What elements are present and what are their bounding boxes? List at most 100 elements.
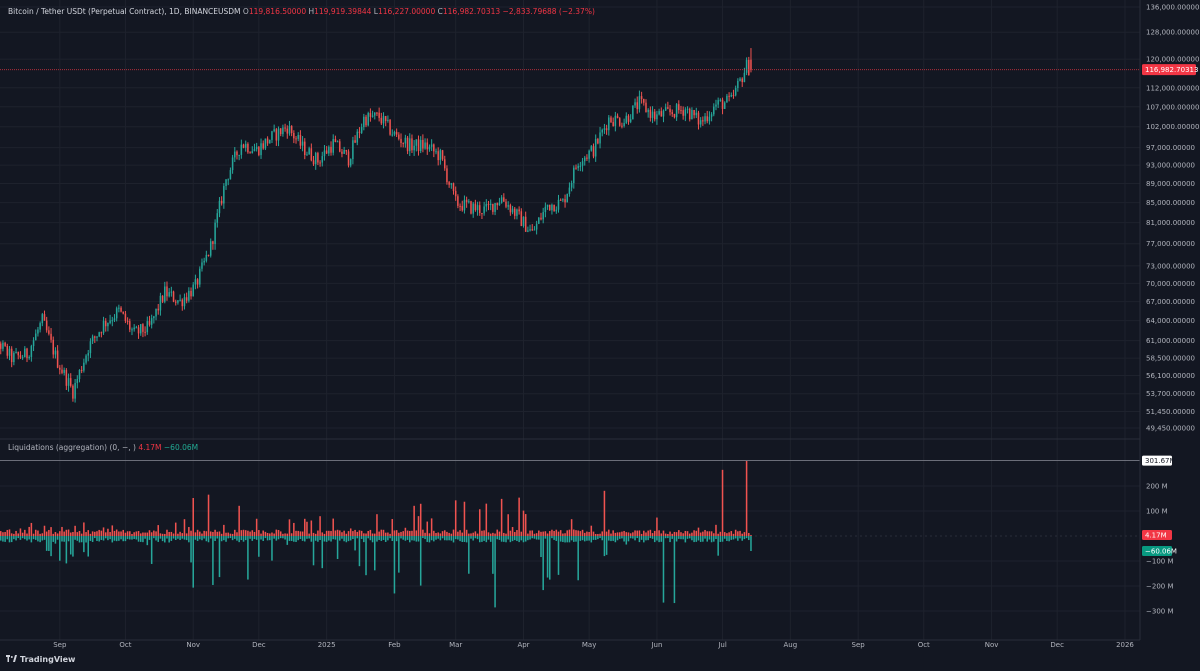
candle-body <box>146 321 149 333</box>
liquidation-short-bar <box>535 536 538 540</box>
candle-body <box>28 356 30 359</box>
liq-pos-badge-label: 4.17M <box>1145 531 1167 539</box>
indicator-legend[interactable]: Liquidations (aggregation) (0, −, ) 4.17… <box>8 443 198 452</box>
candle-body <box>463 199 466 211</box>
liquidation-short-bar <box>15 536 17 541</box>
liquidation-short-bar <box>297 536 299 541</box>
liquidation-long-bar <box>380 529 383 536</box>
candle-body <box>494 203 496 212</box>
liquidation-short-bar <box>640 536 643 540</box>
liquidation-long-bar <box>142 532 144 536</box>
liquidation-long-bar <box>266 532 269 536</box>
liquidation-long-bar <box>675 532 678 536</box>
candle-body <box>207 254 210 256</box>
candle-body <box>52 339 55 355</box>
liquidation-short-bar <box>201 536 203 541</box>
liquidation-short-bar <box>253 536 256 540</box>
liquidation-long-bar <box>693 530 695 536</box>
candle-body <box>656 114 658 120</box>
liquidation-long-bar <box>513 532 516 536</box>
liquidation-long-bar <box>85 532 87 536</box>
candle-body <box>470 201 472 214</box>
liquidation-long-bar <box>109 532 111 536</box>
liquidation-short-bar <box>533 536 536 539</box>
liquidation-short-bar <box>48 536 50 551</box>
tradingview-name: TradingView <box>20 655 76 664</box>
liquidation-short-bar <box>524 536 527 542</box>
candle-body <box>636 102 639 110</box>
liquidation-long-bar <box>454 500 457 536</box>
price-tick-label: 53,700.00000 <box>1146 390 1195 398</box>
trading-chart[interactable]: 136,000.00000 128,000.00000 120,000.00000 1… <box>0 0 1200 671</box>
liquidation-long-bar <box>56 533 59 536</box>
liquidation-short-bar <box>691 536 693 541</box>
liquidation-long-bar <box>406 530 409 536</box>
candle-body <box>242 144 245 148</box>
liquidation-long-bar <box>37 530 39 536</box>
candle-body <box>83 362 85 371</box>
liquidation-long-bar <box>371 533 374 536</box>
candle-body <box>323 150 326 157</box>
liquidation-long-bar <box>610 533 612 536</box>
liquidation-long-bar <box>89 533 92 536</box>
candle-body <box>209 241 212 256</box>
tradingview-logo[interactable]: TradingView <box>6 655 75 664</box>
liquidation-short-bar <box>671 536 673 539</box>
liquidation-short-bar <box>597 536 599 540</box>
liquidation-long-bar <box>638 530 641 536</box>
candle-body <box>196 279 199 285</box>
candle-body <box>739 78 741 81</box>
candle-body <box>597 139 599 144</box>
liquidation-long-bar <box>209 531 212 536</box>
liquidation-short-bar <box>688 536 691 539</box>
liquidation-short-bar <box>634 536 636 541</box>
liquidation-short-bar <box>301 536 304 541</box>
candle-body <box>43 314 46 321</box>
price-tick-label: 81,000.00000 <box>1146 219 1195 227</box>
liquidation-short-bar <box>680 536 682 540</box>
liquidation-short-bar <box>485 536 488 543</box>
liquidation-long-bar <box>148 530 151 536</box>
liquidation-long-bar <box>50 527 52 536</box>
candle-body <box>135 327 138 329</box>
liquidation-short-bar <box>146 536 149 546</box>
candle-body <box>481 213 483 215</box>
liquidation-long-bar <box>43 525 46 536</box>
candle-body <box>581 161 584 166</box>
candle-body <box>559 199 562 201</box>
liquidation-long-bar <box>443 530 446 536</box>
liquidation-long-bar <box>365 533 367 536</box>
liquidation-short-bar <box>653 536 656 543</box>
liquidation-short-bar <box>487 536 490 540</box>
candle-body <box>13 352 15 363</box>
candle-body <box>0 343 2 349</box>
liquidation-long-bar <box>69 532 72 536</box>
candle-body <box>408 138 411 152</box>
liquidation-short-bar <box>288 536 291 541</box>
liquidation-long-bar <box>645 532 647 536</box>
liquidation-long-bar <box>413 505 415 536</box>
liquidation-long-bar <box>231 533 234 536</box>
symbol-legend[interactable]: Bitcoin / Tether USDt (Perpetual Contrac… <box>8 7 595 16</box>
liquidation-short-bar <box>566 536 569 543</box>
liquidation-short-bar <box>459 536 461 542</box>
time-tick-label: Sep <box>852 641 866 649</box>
liquidation-short-bar <box>741 536 743 541</box>
liquidation-short-bar <box>273 536 275 539</box>
liquidation-short-bar <box>717 536 719 556</box>
candle-body <box>378 112 380 118</box>
liquidation-long-bar <box>439 533 442 536</box>
liquidation-short-bar <box>78 536 81 543</box>
liquidation-long-bar <box>96 531 98 536</box>
liquidation-long-bar <box>74 525 76 536</box>
liquidation-short-bar <box>551 536 553 539</box>
liquidation-short-bar <box>428 536 431 543</box>
liquidation-short-bar <box>161 536 164 542</box>
candle-body <box>719 99 722 101</box>
liquidation-long-bar <box>19 528 22 536</box>
candle-body <box>8 348 11 356</box>
liquidation-long-bar <box>61 526 63 536</box>
candle-body <box>48 330 50 334</box>
liquidation-long-bar <box>347 531 350 536</box>
candle-body <box>266 138 269 144</box>
